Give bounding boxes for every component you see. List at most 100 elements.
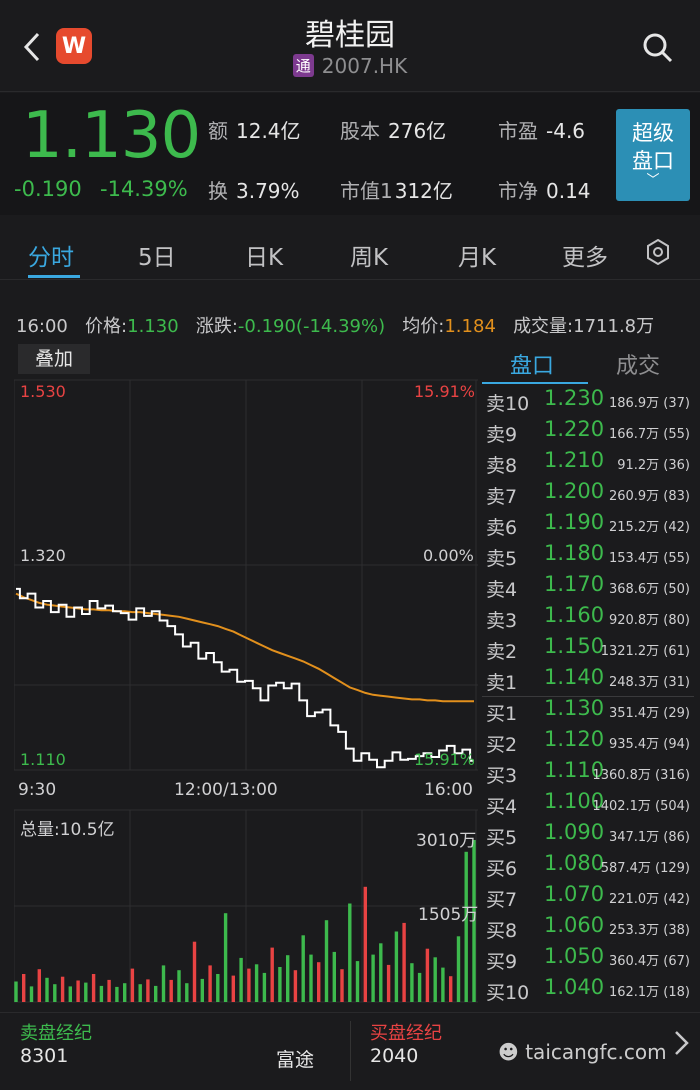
volume-bar (99, 985, 104, 1002)
gear-icon[interactable] (645, 239, 671, 265)
bid-level-label: 买6 (486, 858, 518, 880)
bid-level-row[interactable]: 买3 1.110 1360.8万 (316) (482, 758, 694, 789)
volume-bar (68, 986, 72, 1002)
watermark: ☻ taicangfc.com (498, 1040, 667, 1064)
tab-intraday[interactable]: 分时 (28, 238, 74, 272)
chevron-right-icon[interactable] (670, 1028, 692, 1058)
bid-level-volume: 360.4万 (67) (608, 954, 690, 969)
ask-level-row[interactable]: 卖1 1.140 248.3万 (31) (482, 665, 694, 696)
tab-monthly-k[interactable]: 月K (458, 238, 496, 272)
ask-level-row[interactable]: 卖4 1.170 368.6万 (50) (482, 572, 694, 603)
bid-level-row[interactable]: 买5 1.090 347.1万 (86) (482, 820, 694, 851)
stat-pe: 市盈 -4.6 (498, 119, 586, 143)
bid-level-price: 1.090 (544, 820, 605, 844)
tab-weekly-k[interactable]: 周K (350, 238, 388, 272)
watermark-text: taicangfc.com (525, 1040, 667, 1064)
volume-bar (216, 974, 220, 1002)
top-bar: W 碧桂园 通 2007.HK (0, 0, 700, 92)
ask-level-price: 1.220 (544, 417, 605, 441)
bid-level-volume: 587.4万 (129) (600, 861, 690, 876)
ask-level-row[interactable]: 卖5 1.180 153.4万 (55) (482, 541, 694, 572)
volume-bar (301, 935, 305, 1002)
ask-level-label: 卖1 (486, 672, 518, 694)
volume-bar (441, 967, 445, 1002)
bid-level-row[interactable]: 买4 1.100 1402.1万 (504) (482, 789, 694, 820)
volume-bar (254, 964, 259, 1002)
period-tabs: 分时 5日 日K 周K 月K 更多 (0, 228, 700, 280)
volume-bar (91, 974, 96, 1002)
volume-bar (394, 931, 399, 1002)
x-axis-open: 9:30 (18, 780, 57, 800)
volume-bar (115, 986, 119, 1002)
bid-level-volume: 351.4万 (29) (608, 706, 690, 721)
tab-daily-k[interactable]: 日K (245, 238, 283, 272)
volume-bar (379, 943, 383, 1002)
bid-level-label: 买1 (486, 703, 518, 725)
volume-bar (324, 920, 329, 1002)
tab-trades[interactable]: 成交 (616, 348, 660, 380)
ask-level-label: 卖2 (486, 641, 518, 663)
volume-bar (425, 948, 430, 1002)
stock-code-line: 通 2007.HK (0, 54, 700, 78)
intraday-chart[interactable] (13, 340, 478, 1005)
volume-bar (177, 970, 181, 1002)
sell-broker-name[interactable]: 富途 (276, 1045, 314, 1072)
chevron-down-icon: ﹀ (646, 173, 660, 188)
y-axis-mid-pct: 0.00% (423, 546, 474, 565)
tab-5day[interactable]: 5日 (138, 238, 176, 272)
volume-bar (154, 985, 158, 1002)
bid-level-volume: 221.0万 (42) (608, 892, 690, 907)
ask-level-row[interactable]: 卖6 1.190 215.2万 (42) (482, 510, 694, 541)
volume-bar (449, 976, 453, 1002)
bid-level-price: 1.080 (544, 851, 605, 875)
sell-broker-code[interactable]: 8301 (20, 1045, 68, 1067)
volume-bar (123, 983, 127, 1002)
volume-bar (270, 947, 274, 1002)
overlay-button[interactable]: 叠加 (18, 344, 90, 374)
bid-level-volume: 162.1万 (18) (608, 985, 690, 1000)
info-avg: 1.184 (444, 316, 496, 337)
bid-level-row[interactable]: 买10 1.040 162.1万 (18) (482, 975, 694, 1006)
book-divider (482, 696, 694, 697)
ask-level-volume: 215.2万 (42) (608, 520, 690, 535)
volume-bar (278, 967, 282, 1002)
ask-level-volume: 368.6万 (50) (608, 582, 690, 597)
ask-level-label: 卖5 (486, 548, 518, 570)
ask-level-row[interactable]: 卖7 1.200 260.9万 (83) (482, 479, 694, 510)
bid-level-row[interactable]: 买9 1.050 360.4万 (67) (482, 944, 694, 975)
stat-pb: 市净 0.14 (498, 179, 591, 203)
tab-more[interactable]: 更多 (562, 238, 608, 272)
order-book: 盘口 成交 卖10 1.230 186.9万 (37) 卖9 1.220 166.7万 (… (482, 340, 694, 1008)
bid-level-row[interactable]: 买2 1.120 935.4万 (94) (482, 727, 694, 758)
bid-level-row[interactable]: 买7 1.070 221.0万 (42) (482, 882, 694, 913)
broker-divider (350, 1021, 351, 1081)
volume-bar (247, 968, 251, 1002)
ask-level-price: 1.140 (544, 665, 605, 689)
ask-level-row[interactable]: 卖8 1.210 91.2万 (36) (482, 448, 694, 479)
price-change: -0.190 (14, 177, 82, 201)
search-icon[interactable] (640, 30, 676, 66)
ask-level-row[interactable]: 卖3 1.160 920.8万 (80) (482, 603, 694, 634)
ask-level-row[interactable]: 卖10 1.230 186.9万 (37) (482, 386, 694, 417)
volume-bar (417, 972, 422, 1002)
bid-level-price: 1.040 (544, 975, 605, 999)
bid-level-row[interactable]: 买6 1.080 587.4万 (129) (482, 851, 694, 882)
book-tab-indicator (482, 382, 588, 384)
buy-broker-code[interactable]: 2040 (370, 1045, 418, 1067)
volume-bar (185, 983, 189, 1002)
bid-level-row[interactable]: 买8 1.060 253.3万 (38) (482, 913, 694, 944)
volume-bar (53, 984, 57, 1002)
ask-level-volume: 91.2万 (36) (617, 458, 690, 473)
bid-level-label: 买9 (486, 951, 518, 973)
ask-level-volume: 920.8万 (80) (608, 613, 690, 628)
ask-level-row[interactable]: 卖2 1.150 1321.2万 (61) (482, 634, 694, 665)
tab-orderbook[interactable]: 盘口 (510, 348, 554, 380)
volume-bar (45, 977, 49, 1002)
ask-level-volume: 153.4万 (55) (608, 551, 690, 566)
chart-canvas[interactable] (13, 340, 478, 1005)
ask-level-row[interactable]: 卖9 1.220 166.7万 (55) (482, 417, 694, 448)
super-button-line1: 超级 (632, 121, 674, 145)
ask-level-volume: 186.9万 (37) (608, 396, 690, 411)
super-orderbook-button[interactable]: 超级 盘口 ﹀ (616, 109, 690, 201)
bid-level-row[interactable]: 买1 1.130 351.4万 (29) (482, 696, 694, 727)
